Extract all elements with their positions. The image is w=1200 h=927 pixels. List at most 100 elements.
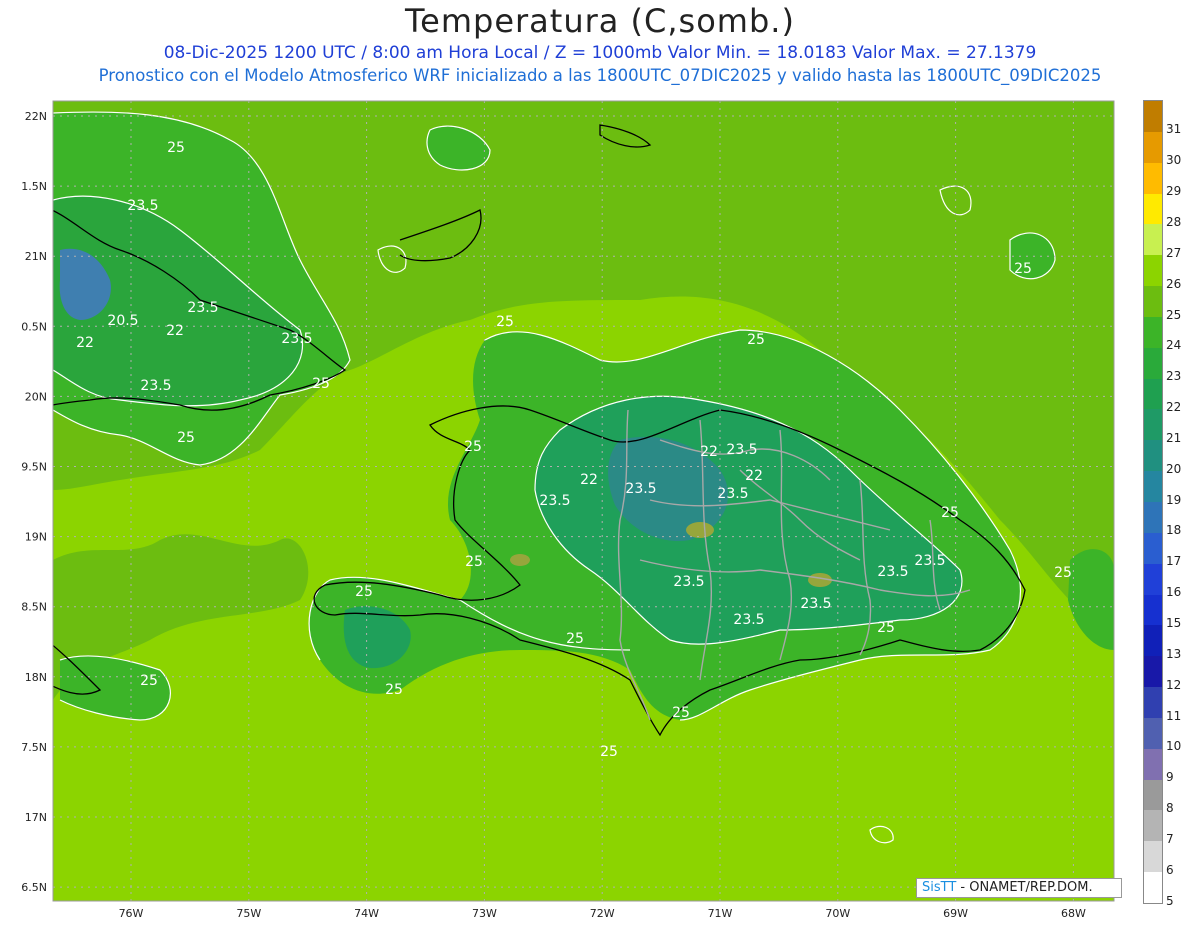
contour-label: 23.5 [726, 442, 757, 458]
lat-label: 18N [25, 671, 47, 684]
contour-label: 23.5 [877, 564, 908, 580]
colorbar-swatch [1144, 779, 1162, 811]
latitude-labels: 22N 1.5N 21N 0.5N 20N 9.5N 19N 8.5N 18N 7.5N 17N 6.… [21, 110, 47, 894]
warm-patch-1 [686, 522, 714, 538]
colorbar-swatch [1144, 471, 1162, 503]
colorbar-label: 5 [1166, 893, 1174, 908]
contour-label: 25 [672, 705, 690, 721]
colorbar-label: 27 [1166, 245, 1182, 260]
lat-label: 1.5N [21, 180, 47, 193]
contour-label: 23.5 [140, 378, 171, 394]
colorbar-swatch [1144, 101, 1162, 133]
colorbar-label: 8 [1166, 801, 1174, 816]
contour-label: 22 [580, 472, 598, 488]
longitude-labels: 76W 75W 74W 73W 72W 71W 70W 69W 68W [119, 907, 1086, 920]
lat-label: 9.5N [21, 461, 47, 474]
colorbar-label: 17 [1166, 554, 1182, 569]
contour-label: 23.5 [539, 493, 570, 509]
contour-label: 23.5 [127, 198, 158, 214]
contour-label: 25 [177, 430, 195, 446]
lon-label: 75W [236, 907, 261, 920]
lon-label: 72W [590, 907, 615, 920]
lon-label: 69W [943, 907, 968, 920]
colorbar-swatch [1144, 378, 1162, 410]
contour-label: 23.5 [914, 553, 945, 569]
colorbar-label: 30 [1166, 153, 1182, 168]
colorbar-swatch [1144, 717, 1162, 750]
contour-label: 25 [312, 376, 330, 392]
contour-label: 25 [600, 744, 618, 760]
lon-label: 74W [354, 907, 379, 920]
colorbar-label: 20 [1166, 461, 1182, 476]
lat-label: 20N [25, 390, 47, 403]
contour-label: 23.5 [733, 612, 764, 628]
credit-text: - ONAMET/REP.DOM. [956, 880, 1093, 895]
colorbar-label: 25 [1166, 307, 1182, 322]
contour-label: 25 [747, 332, 765, 348]
colorbar-swatch [1144, 193, 1162, 225]
contour-label: 25 [465, 554, 483, 570]
colorbar-label: 31 [1166, 122, 1182, 137]
contour-label: 20.5 [107, 313, 138, 329]
contour-label: 25 [140, 673, 158, 689]
colorbar-swatch [1144, 224, 1162, 256]
colorbar-swatch [1144, 502, 1162, 534]
lat-label: 17N [25, 811, 47, 824]
contour-label: 25 [496, 314, 514, 330]
colorbar-swatch [1144, 255, 1162, 287]
colorbar-label: 19 [1166, 492, 1182, 507]
colorbar-swatch [1144, 563, 1162, 596]
contour-label: 22 [76, 335, 94, 351]
colorbar-swatch [1144, 810, 1162, 842]
colorbar-swatch [1144, 409, 1162, 441]
lat-label: 6.5N [21, 881, 47, 894]
colorbar-swatch [1144, 656, 1162, 688]
colorbar-label: 15 [1166, 615, 1182, 630]
contour-label: 23.5 [800, 596, 831, 612]
colorbar-swatch [1144, 872, 1162, 904]
colorbar-swatch [1144, 286, 1162, 318]
colorbar-label: 18 [1166, 523, 1182, 538]
contour-label: 22 [745, 468, 763, 484]
colorbar-label: 22 [1166, 400, 1182, 415]
contour-label: 23.5 [717, 486, 748, 502]
sistt-logo-text: SisTT [922, 880, 957, 895]
colorbar-label: 24 [1166, 338, 1182, 353]
colorbar-swatch [1144, 316, 1162, 349]
contour-label: 25 [385, 682, 403, 698]
contour-label: 23.5 [673, 574, 704, 590]
contour-label: 25 [877, 620, 895, 636]
colorbar-swatch [1144, 532, 1162, 565]
lat-label: 0.5N [21, 320, 47, 333]
lon-label: 73W [472, 907, 497, 920]
contour-label: 25 [941, 505, 959, 521]
lon-label: 68W [1061, 907, 1086, 920]
lat-label: 8.5N [21, 601, 47, 614]
contour-label: 25 [1054, 565, 1072, 581]
colorbar-swatch [1144, 131, 1162, 164]
contour-label: 23.5 [625, 481, 656, 497]
temperature-map: 22N 1.5N 21N 0.5N 20N 9.5N 19N 8.5N 18N 7.5N 17N 6.… [21, 100, 1115, 920]
contour-label: 25 [167, 140, 185, 156]
colorbar-label: 29 [1166, 184, 1182, 199]
lat-label: 19N [25, 531, 47, 544]
contour-label: 25 [464, 439, 482, 455]
lat-label: 22N [25, 110, 47, 123]
colorbar-label: 23 [1166, 369, 1182, 384]
lat-label: 21N [25, 250, 47, 263]
contour-label: 23.5 [187, 300, 218, 316]
colorbar-label: 21 [1166, 430, 1182, 445]
colorbar-swatch [1144, 841, 1162, 873]
colorbar-swatch [1144, 347, 1162, 380]
colorbar-label: 26 [1166, 276, 1182, 291]
colorbar-swatch [1144, 162, 1162, 195]
colorbar-label: 12 [1166, 677, 1182, 692]
temperature-colorbar [1143, 100, 1163, 904]
contour-label: 25 [566, 631, 584, 647]
colorbar-swatch [1144, 594, 1162, 626]
contour-label: 23.5 [281, 331, 312, 347]
colorbar-label: 16 [1166, 585, 1182, 600]
warm-patch-3 [510, 554, 530, 566]
colorbar-label: 10 [1166, 739, 1182, 754]
contour-label: 22 [700, 444, 718, 460]
